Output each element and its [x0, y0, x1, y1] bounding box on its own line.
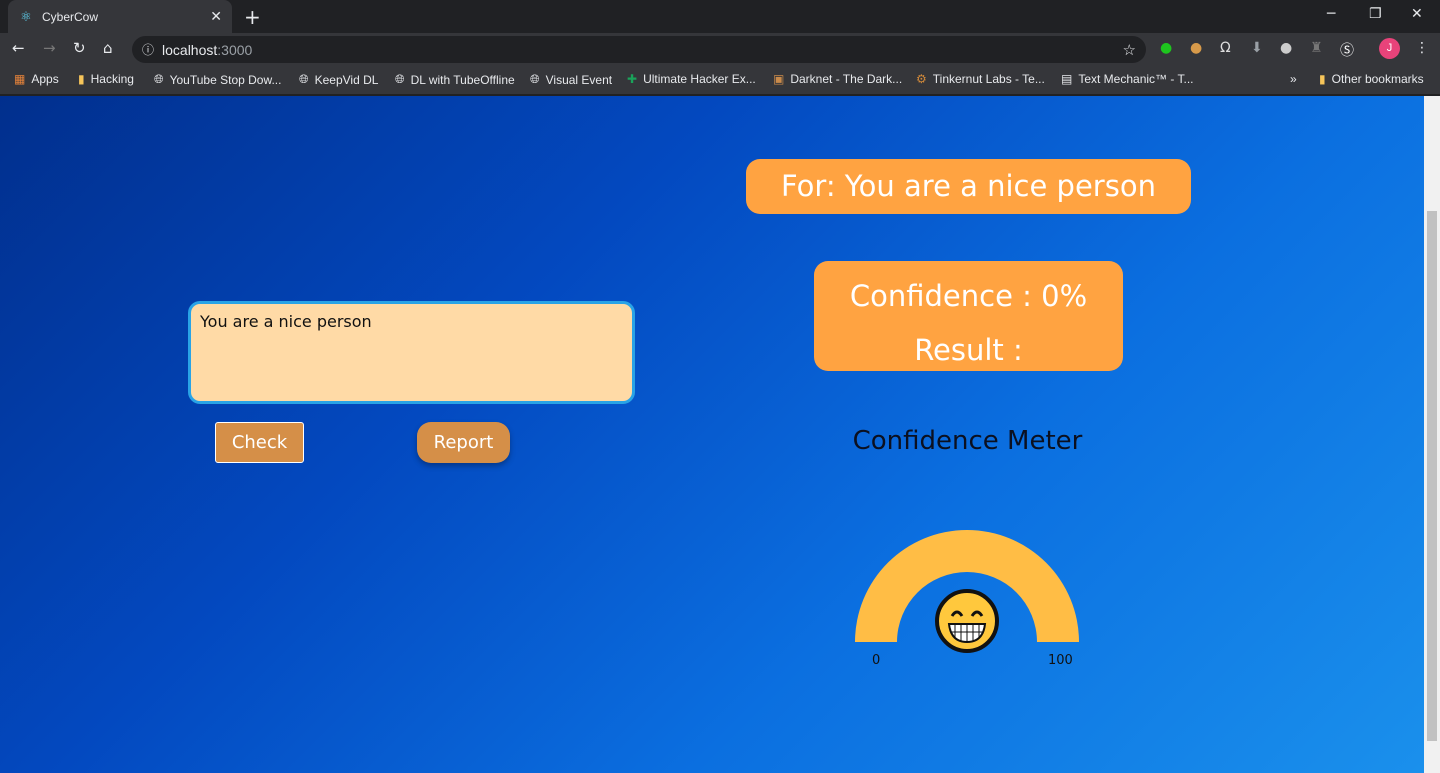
robot-extension-icon[interactable]: ♜: [1310, 40, 1323, 56]
gauge-max-label: 100: [1048, 653, 1073, 668]
apps-grid-icon: ▦: [14, 72, 26, 86]
folder-icon: ▮: [1319, 72, 1326, 86]
meter-title: Confidence Meter: [852, 426, 1083, 456]
forward-icon[interactable]: →: [43, 39, 56, 57]
bookmarks-bar: ▦ Apps ▮ Hacking 🌐︎ YouTube Stop Dow... 🌐︎ K…: [0, 65, 1440, 95]
folder-icon: ▮: [78, 72, 85, 86]
profile-avatar[interactable]: J: [1379, 38, 1400, 59]
green-cross-icon: ✚: [627, 72, 638, 86]
bookmark-tubeoffline[interactable]: 🌐︎ DL with TubeOffline: [395, 72, 515, 87]
thumbs-up-extension-icon[interactable]: ●: [1160, 40, 1172, 56]
result-text: Result :: [914, 333, 1023, 367]
gauge-min-label: 0: [872, 653, 881, 668]
bookmark-visual-event[interactable]: 🌐︎ Visual Event: [530, 72, 612, 87]
url-host: localhost: [162, 41, 218, 58]
menu-icon[interactable]: ⋮: [1415, 40, 1429, 56]
minimize-icon[interactable]: ─: [1327, 6, 1335, 22]
result-panel: Confidence : 0% Result :: [814, 261, 1123, 371]
cookie-extension-icon[interactable]: ●: [1190, 40, 1202, 56]
browser-tab[interactable]: ⚛ CyberCow ✕: [8, 0, 232, 33]
url-port: :3000: [217, 41, 253, 58]
globe-icon: 🌐︎: [154, 72, 164, 86]
for-text-banner: For: You are a nice person: [746, 159, 1191, 214]
tab-strip: ⚛ CyberCow ✕ + ─ ❐ ✕: [0, 0, 1440, 33]
bookmark-tinkernut[interactable]: ⚙ Tinkernut Labs - Te...: [916, 72, 1045, 86]
scrollbar-thumb[interactable]: [1427, 211, 1437, 741]
darknet-icon: ▣: [773, 72, 785, 86]
bookmark-youtube-stop[interactable]: 🌐︎ YouTube Stop Dow...: [154, 72, 281, 87]
confidence-text: Confidence : 0%: [849, 279, 1088, 313]
github-extension-icon[interactable]: Ω: [1220, 40, 1231, 56]
bookmark-ultimate-hacker[interactable]: ✚ Ultimate Hacker Ex...: [627, 72, 756, 86]
browser-toolbar: ← → ↻ ⌂ ⓘ localhost:3000 ☆ ● ● Ω ⬇ ● ♜ Ⓢ…: [0, 33, 1440, 65]
grinning-face-icon: [935, 589, 999, 653]
globe-icon: 🌐︎: [299, 72, 309, 86]
restore-icon[interactable]: ❐: [1369, 6, 1382, 22]
download-extension-icon[interactable]: ⬇: [1251, 40, 1263, 56]
confidence-gauge: [855, 530, 1079, 653]
s-extension-icon[interactable]: Ⓢ: [1340, 40, 1354, 60]
tab-title: CyberCow: [42, 9, 99, 24]
app-page: You are a nice person Check Report For: …: [0, 96, 1424, 773]
back-icon[interactable]: ←: [12, 39, 25, 57]
bookmark-hacking[interactable]: ▮ Hacking: [78, 72, 134, 86]
report-button[interactable]: Report: [417, 422, 510, 463]
globe-icon: 🌐︎: [395, 72, 405, 86]
react-icon: ⚛: [20, 8, 32, 24]
gear-icon: ⚙: [916, 72, 927, 86]
close-tab-icon[interactable]: ✕: [210, 8, 222, 25]
other-bookmarks[interactable]: ▮ Other bookmarks: [1319, 72, 1424, 86]
address-bar[interactable]: ⓘ localhost:3000 ☆: [132, 36, 1146, 63]
bookmark-star-icon[interactable]: ☆: [1123, 41, 1136, 59]
bookmark-keepvid[interactable]: 🌐︎ KeepVid DL: [299, 72, 378, 87]
bookmarks-overflow[interactable]: »: [1290, 72, 1297, 86]
globe-extension-icon[interactable]: ●: [1280, 40, 1292, 56]
bookmark-text-mechanic[interactable]: ▤ Text Mechanic™ - T...: [1061, 72, 1194, 86]
globe-icon: 🌐︎: [530, 72, 540, 86]
close-window-icon[interactable]: ✕: [1411, 6, 1423, 22]
bookmark-darknet[interactable]: ▣ Darknet - The Dark...: [773, 72, 902, 86]
new-tab-button[interactable]: +: [244, 5, 261, 29]
info-icon: ⓘ: [142, 43, 155, 57]
home-icon[interactable]: ⌂: [103, 39, 113, 57]
message-input[interactable]: You are a nice person: [188, 301, 635, 404]
reload-icon[interactable]: ↻: [73, 39, 86, 57]
check-button[interactable]: Check: [215, 422, 304, 463]
text-mechanic-icon: ▤: [1061, 72, 1073, 86]
bookmark-apps[interactable]: ▦ Apps: [14, 72, 59, 86]
page-scrollbar[interactable]: [1424, 96, 1440, 773]
